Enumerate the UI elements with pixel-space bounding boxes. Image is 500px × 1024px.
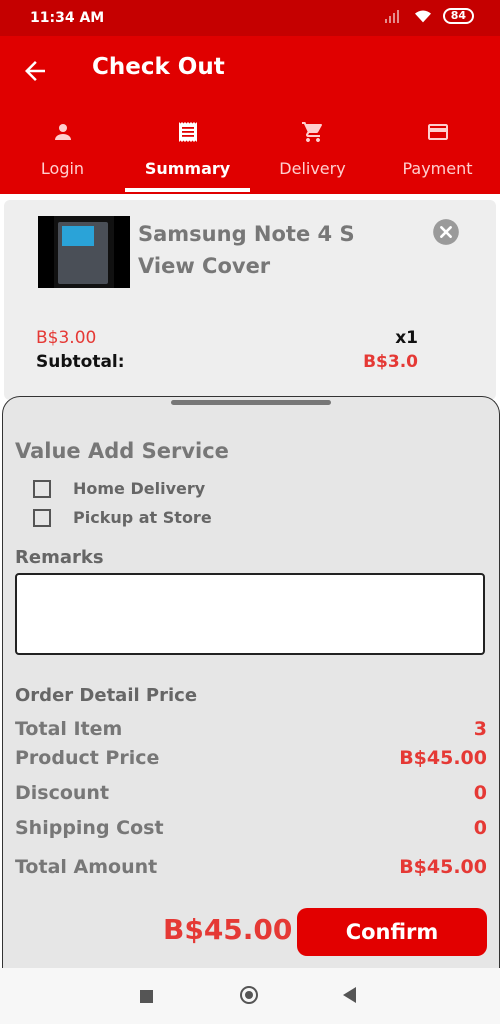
cart-item-card: Samsung Note 4 S View Cover B$3.00 x1 Su… <box>4 200 496 400</box>
order-bottom-sheet: Value Add Service Home Delivery Pickup a… <box>2 396 500 969</box>
wifi-icon <box>414 10 431 23</box>
home-delivery-checkbox[interactable] <box>33 479 51 498</box>
cart-icon <box>301 122 322 142</box>
product-price-value: B$45.00 <box>399 747 487 769</box>
signal-icon <box>384 9 403 23</box>
status-bar: 11:34 AM 84 <box>0 0 500 36</box>
confirm-button[interactable]: Confirm <box>297 908 487 956</box>
value-add-title: Value Add Service <box>15 439 229 463</box>
product-price-label: Product Price <box>15 747 160 769</box>
checkbox-label: Home Delivery <box>73 479 206 498</box>
pickup-option[interactable]: Pickup at Store <box>33 508 212 527</box>
system-nav-bar <box>0 968 500 1024</box>
drag-handle[interactable] <box>171 400 331 405</box>
tab-label: Summary <box>144 159 231 178</box>
receipt-icon <box>178 122 197 142</box>
pickup-checkbox[interactable] <box>33 508 51 527</box>
tab-login[interactable]: Login <box>0 116 125 194</box>
total-item-value: 3 <box>473 718 487 740</box>
remarks-input[interactable] <box>15 573 485 655</box>
discount-value: 0 <box>473 782 487 804</box>
shipping-cost-label: Shipping Cost <box>15 817 164 839</box>
back-arrow-icon[interactable] <box>20 56 50 86</box>
subtotal-label: Subtotal: <box>36 352 125 372</box>
total-amount-value: B$45.00 <box>399 856 487 878</box>
item-quantity: x1 <box>395 328 418 348</box>
status-time: 11:34 AM <box>30 10 105 26</box>
app-bar: Check Out Login Summary Delivery Payment <box>0 36 500 194</box>
tab-delivery[interactable]: Delivery <box>250 116 375 194</box>
tab-label: Login <box>40 159 85 178</box>
back-icon[interactable] <box>343 987 356 1003</box>
active-tab-indicator <box>125 188 250 192</box>
remarks-label: Remarks <box>15 547 104 568</box>
home-icon[interactable] <box>240 986 258 1004</box>
product-name[interactable]: Samsung Note 4 S View Cover <box>138 218 378 282</box>
recent-apps-icon[interactable] <box>140 990 153 1003</box>
person-icon <box>54 124 71 140</box>
status-icons: 84 <box>384 8 474 24</box>
tab-summary[interactable]: Summary <box>125 116 250 194</box>
battery-icon: 84 <box>442 8 474 24</box>
tab-label: Delivery <box>279 159 346 178</box>
footer-total: B$45.00 <box>163 913 293 946</box>
tab-label: Payment <box>402 159 473 178</box>
total-amount-label: Total Amount <box>15 856 158 878</box>
credit-card-icon <box>427 124 448 140</box>
discount-label: Discount <box>15 782 110 804</box>
checkbox-label: Pickup at Store <box>73 508 212 527</box>
total-item-label: Total Item <box>15 718 123 740</box>
subtotal-value: B$3.0 <box>363 352 418 372</box>
shipping-cost-value: 0 <box>473 817 487 839</box>
remove-item-icon[interactable] <box>432 218 460 246</box>
order-detail-title: Order Detail Price <box>15 685 198 706</box>
home-delivery-option[interactable]: Home Delivery <box>33 479 205 498</box>
tab-payment[interactable]: Payment <box>375 116 500 194</box>
product-image <box>38 216 130 288</box>
unit-price: B$3.00 <box>36 328 97 348</box>
page-title: Check Out <box>92 54 225 80</box>
